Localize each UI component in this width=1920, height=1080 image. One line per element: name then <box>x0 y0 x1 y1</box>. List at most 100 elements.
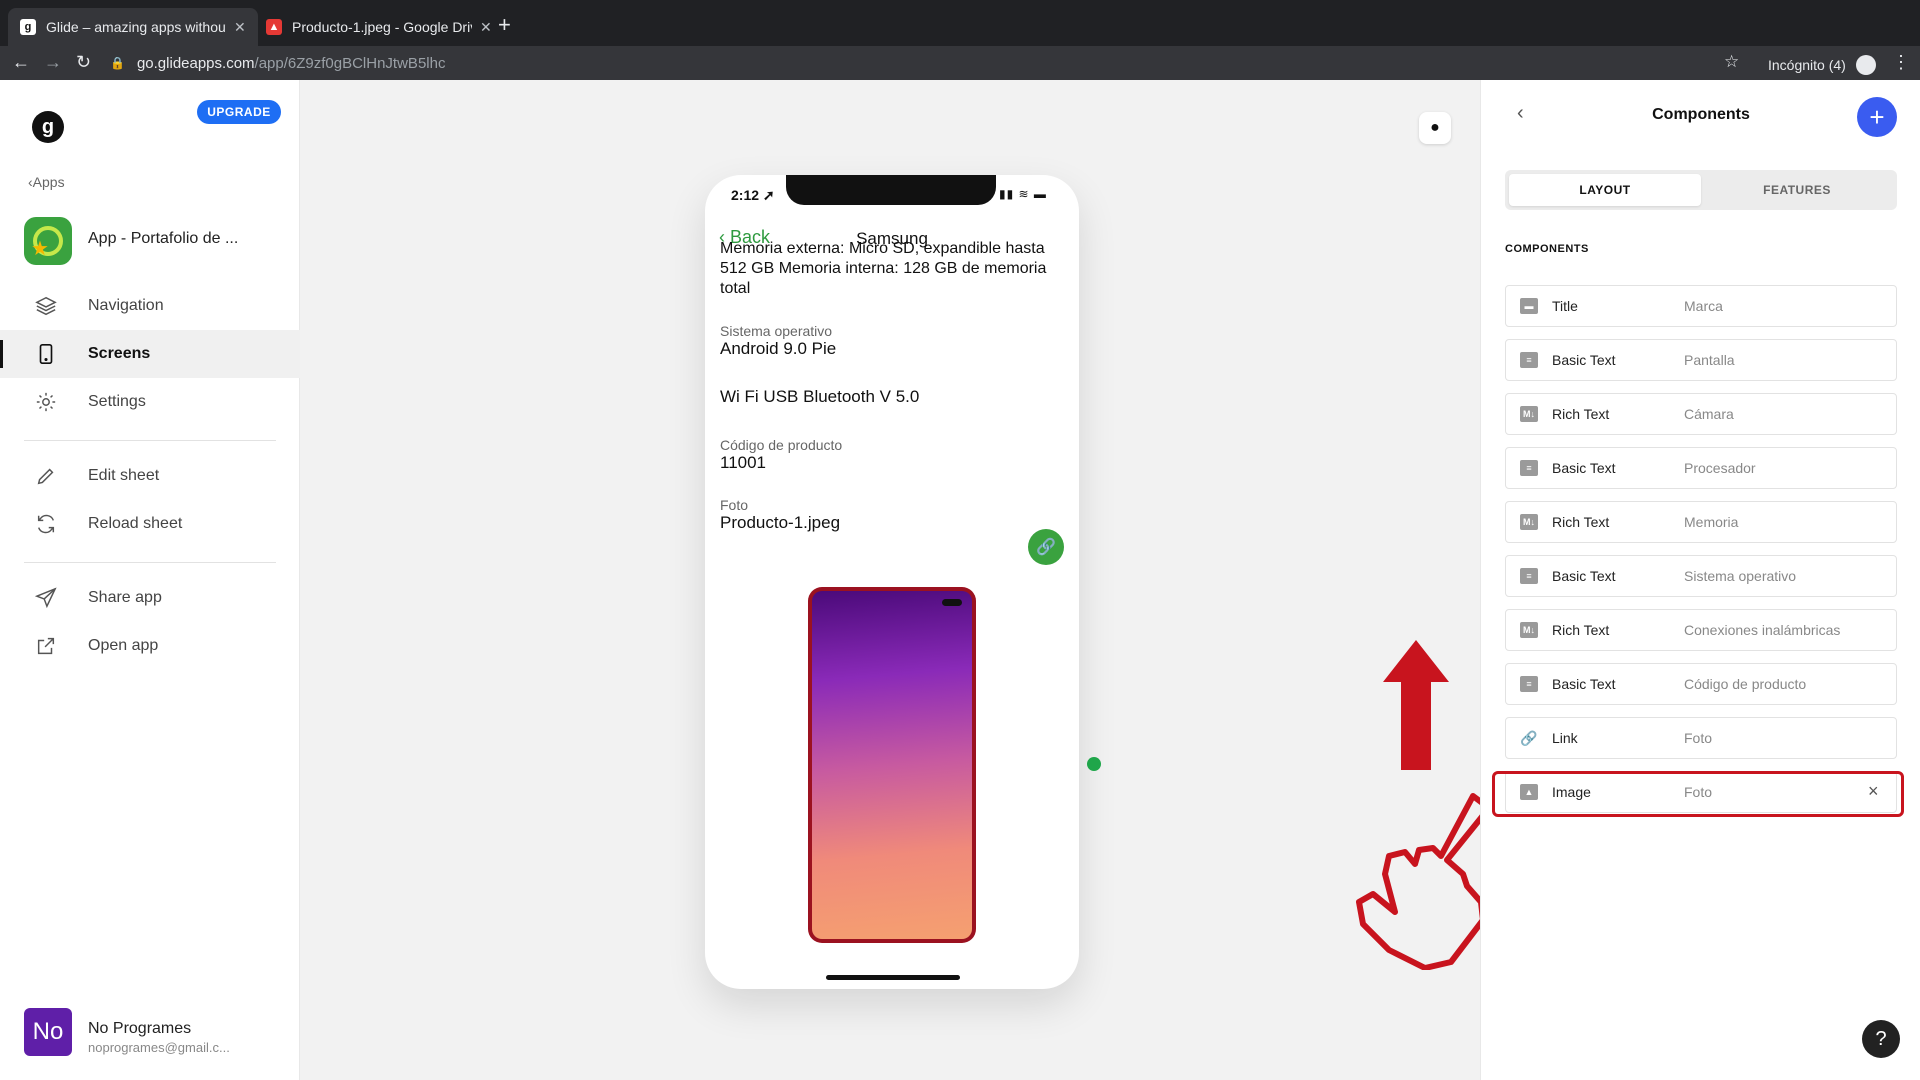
component-row-title[interactable]: ▬ Title Marca <box>1505 285 1897 327</box>
upgrade-button[interactable]: UPGRADE <box>197 100 281 124</box>
avatar[interactable]: No <box>24 1008 72 1056</box>
sidebar-divider <box>24 440 276 441</box>
sidebar-item-reload-sheet[interactable]: Reload sheet <box>0 500 300 548</box>
gear-icon <box>34 390 58 414</box>
component-value: Pantalla <box>1684 352 1735 368</box>
user-email: noprogrames@gmail.c... <box>88 1040 230 1055</box>
panel-tabs: LAYOUT FEATURES <box>1505 170 1897 210</box>
phone-icon <box>34 342 58 366</box>
component-value: Procesador <box>1684 460 1756 476</box>
phone-notch <box>786 175 996 205</box>
component-type: Basic Text <box>1552 460 1616 476</box>
component-row-basic-text[interactable]: ≡ Basic Text Procesador <box>1505 447 1897 489</box>
apple-icon: ● <box>1430 119 1440 136</box>
field-os: Sistema operativo Android 9.0 Pie <box>720 323 1060 359</box>
text-icon: ≡ <box>1520 568 1538 584</box>
field-label: Foto <box>720 497 749 513</box>
apps-link-label: Apps <box>32 174 65 190</box>
browser-toolbar: ← → ↻ 🔒 go.glideapps.com /app/6Z9zf0gBCl… <box>0 46 1920 80</box>
field-product-code: Código de producto 11001 <box>720 437 1060 473</box>
tab-features[interactable]: FEATURES <box>1701 174 1893 206</box>
user-name: No Programes <box>88 1020 192 1037</box>
markdown-icon: M↓ <box>1520 406 1538 422</box>
component-type: Basic Text <box>1552 568 1616 584</box>
red-arrow-annotation <box>1383 640 1449 770</box>
reload-icon <box>34 512 58 536</box>
memory-text: Memoria externa: Micro SD, expandible ha… <box>720 240 1047 297</box>
field-wireless: Wi Fi USB Bluetooth V 5.0 <box>720 387 1060 407</box>
sidebar-item-label: Open app <box>88 637 159 654</box>
component-type: Rich Text <box>1552 514 1610 530</box>
text-icon: ≡ <box>1520 676 1538 692</box>
sidebar-item-label: Reload sheet <box>88 515 183 532</box>
sidebar-item-navigation[interactable]: Navigation <box>0 282 300 330</box>
bookmark-star-icon[interactable]: ☆ <box>1724 52 1739 72</box>
tab-layout[interactable]: LAYOUT <box>1509 174 1701 206</box>
markdown-icon: M↓ <box>1520 622 1538 638</box>
text-icon: ≡ <box>1520 460 1538 476</box>
reload-icon[interactable]: ↻ <box>76 52 91 73</box>
forward-arrow-icon[interactable]: → <box>44 52 62 73</box>
phone-preview: 2:12 ➚ ▮▮ ≋ ▬ ‹ Back Samsung Memoria ext… <box>705 175 1079 989</box>
back-arrow-icon[interactable]: ← <box>12 52 30 73</box>
product-image <box>808 587 976 943</box>
panel-title: Components <box>1652 106 1750 123</box>
sidebar-item-screens[interactable]: Screens <box>0 330 300 378</box>
sidebar-item-label: Navigation <box>88 297 164 314</box>
component-value: Memoria <box>1684 514 1739 530</box>
field-value: Producto-1.jpeg <box>720 513 841 532</box>
sidebar-item-edit-sheet[interactable]: Edit sheet <box>0 452 300 500</box>
app-icon <box>24 217 72 265</box>
home-indicator <box>826 975 960 980</box>
component-value: Código de producto <box>1684 676 1807 692</box>
component-row-basic-text[interactable]: ≡ Basic Text Sistema operativo <box>1505 555 1897 597</box>
address-bar[interactable]: 🔒 go.glideapps.com /app/6Z9zf0gBClHnJtwB… <box>110 50 1730 76</box>
link-icon: 🔗 <box>1520 729 1538 746</box>
component-row-rich-text[interactable]: M↓ Rich Text Cámara <box>1505 393 1897 435</box>
component-value: Sistema operativo <box>1684 568 1797 584</box>
glide-logo[interactable]: g <box>32 111 64 143</box>
field-label: Código de producto <box>720 437 843 453</box>
text-icon: ≡ <box>1520 352 1538 368</box>
pencil-icon <box>34 464 58 488</box>
component-row-link[interactable]: 🔗 Link Foto <box>1505 717 1897 759</box>
component-row-basic-text[interactable]: ≡ Basic Text Pantalla <box>1505 339 1897 381</box>
external-link-icon <box>34 634 58 658</box>
component-row-basic-text[interactable]: ≡ Basic Text Código de producto <box>1505 663 1897 705</box>
url-path: /app/6Z9zf0gBClHnJtwB5lhc <box>254 54 446 72</box>
component-value: Marca <box>1684 298 1723 314</box>
status-dot <box>1087 757 1101 771</box>
apple-preview-toggle[interactable]: ● <box>1419 112 1451 144</box>
field-value: 11001 <box>720 453 767 472</box>
browser-tab-glide[interactable]: g Glide – amazing apps without code ✕ <box>8 8 258 46</box>
component-type: Title <box>1552 298 1578 314</box>
incognito-indicator[interactable]: Incógnito (4) <box>1768 55 1876 75</box>
sidebar-item-settings[interactable]: Settings <box>0 378 300 426</box>
field-value: Android 9.0 Pie <box>720 339 837 358</box>
browser-menu-icon[interactable]: ⋮ <box>1892 52 1910 73</box>
apps-back-link[interactable]: ‹Apps <box>28 174 65 190</box>
glide-favicon-icon: g <box>20 19 36 35</box>
tab-title: Glide – amazing apps without code <box>46 19 226 35</box>
browser-tab-drive[interactable]: ▲ Producto-1.jpeg - Google Drive ✕ <box>254 8 504 46</box>
new-tab-button[interactable]: + <box>498 12 511 38</box>
send-icon <box>34 586 58 610</box>
component-row-rich-text[interactable]: M↓ Rich Text Conexiones inalámbricas <box>1505 609 1897 651</box>
link-icon[interactable]: 🔗 <box>1028 529 1064 565</box>
add-component-button[interactable]: + <box>1857 97 1897 137</box>
component-row-rich-text[interactable]: M↓ Rich Text Memoria <box>1505 501 1897 543</box>
help-button[interactable]: ? <box>1862 1020 1900 1058</box>
app-name[interactable]: App - Portafolio de ... <box>88 230 238 248</box>
tab-title: Producto-1.jpeg - Google Drive <box>292 19 472 35</box>
incognito-label: Incógnito (4) <box>1768 57 1846 73</box>
sidebar-item-share-app[interactable]: Share app <box>0 574 300 622</box>
close-tab-icon[interactable]: ✕ <box>234 19 246 36</box>
component-type: Basic Text <box>1552 352 1616 368</box>
sidebar-item-label: Edit sheet <box>88 467 160 484</box>
lock-icon: 🔒 <box>110 56 125 70</box>
sidebar-item-open-app[interactable]: Open app <box>0 622 300 670</box>
close-tab-icon[interactable]: ✕ <box>480 19 492 36</box>
section-heading: COMPONENTS <box>1505 243 1589 255</box>
sidebar-item-label: Settings <box>88 393 146 410</box>
component-value: Cámara <box>1684 406 1734 422</box>
